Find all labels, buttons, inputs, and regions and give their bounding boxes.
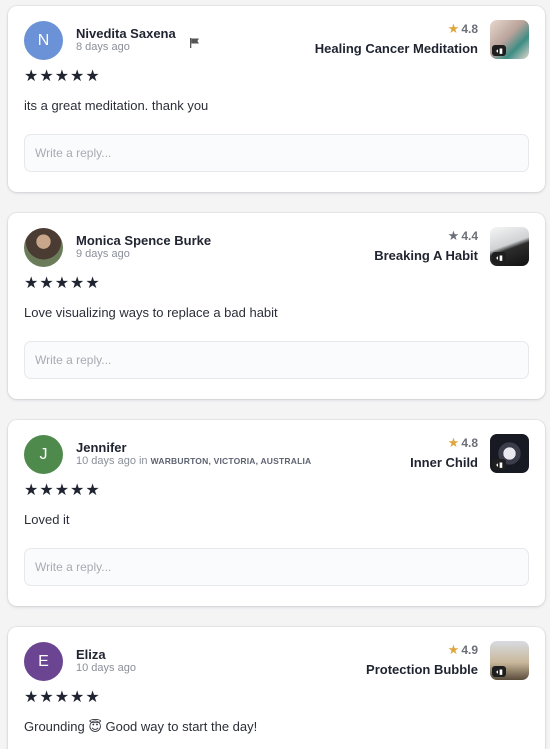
- review-time: 8 days ago: [76, 41, 130, 53]
- course-thumbnail[interactable]: ◖▮: [490, 20, 529, 59]
- review-time: 9 days ago: [76, 248, 130, 260]
- course-rating: ★ 4.8: [447, 435, 478, 450]
- star-icon: ★: [447, 435, 460, 450]
- course-title[interactable]: Protection Bubble: [366, 662, 478, 677]
- course-rating: ★ 4.4: [447, 228, 478, 243]
- audio-badge-icon: ◖▮: [492, 459, 506, 470]
- reviewer-name[interactable]: Monica Spence Burke: [76, 233, 211, 248]
- avatar[interactable]: J: [24, 435, 63, 474]
- course-title[interactable]: Healing Cancer Meditation: [315, 41, 478, 56]
- course-thumbnail[interactable]: ◖▮: [490, 434, 529, 473]
- reply-input[interactable]: [24, 134, 529, 172]
- reply-input[interactable]: [24, 341, 529, 379]
- course-rating: ★ 4.8: [447, 21, 478, 36]
- course-thumbnail[interactable]: ◖▮: [490, 227, 529, 266]
- review-text: Grounding 😇 Good way to start the day!: [24, 719, 258, 734]
- avatar[interactable]: [24, 228, 63, 267]
- review-card: Monica Spence Burke 9 days ago ★ 4.4 Bre…: [8, 213, 545, 399]
- course-rating: ★ 4.9: [447, 642, 478, 657]
- reviewer-name[interactable]: Eliza: [76, 647, 106, 662]
- star-icon: ★: [447, 21, 460, 36]
- review-stars: ★★★★★: [24, 68, 101, 85]
- star-icon: ★: [447, 228, 460, 243]
- review-stars: ★★★★★: [24, 482, 101, 499]
- review-text: Love visualizing ways to replace a bad h…: [24, 305, 278, 320]
- flag-icon[interactable]: [189, 37, 201, 49]
- review-stars: ★★★★★: [24, 689, 101, 706]
- review-stars: ★★★★★: [24, 275, 101, 292]
- audio-badge-icon: ◖▮: [492, 252, 506, 263]
- course-thumbnail[interactable]: ◖▮: [490, 641, 529, 680]
- course-title[interactable]: Inner Child: [410, 455, 478, 470]
- reply-input[interactable]: [24, 548, 529, 586]
- review-card: J Jennifer 10 days ago in WARBURTON, VIC…: [8, 420, 545, 606]
- review-card: N Nivedita Saxena 8 days ago ★ 4.8 Heali…: [8, 6, 545, 192]
- course-title[interactable]: Breaking A Habit: [374, 248, 478, 263]
- review-time: 10 days ago: [76, 662, 136, 674]
- review-text: its a great meditation. thank you: [24, 98, 209, 113]
- reviewer-name[interactable]: Nivedita Saxena: [76, 26, 176, 41]
- review-text: Loved it: [24, 512, 70, 527]
- review-time: 10 days ago in WARBURTON, VICTORIA, AUST…: [76, 455, 312, 467]
- audio-badge-icon: ◖▮: [492, 666, 506, 677]
- star-icon: ★: [447, 642, 460, 657]
- review-location: WARBURTON, VICTORIA, AUSTRALIA: [150, 456, 312, 466]
- reviewer-name[interactable]: Jennifer: [76, 440, 127, 455]
- review-card: E Eliza 10 days ago ★ 4.9 Protection Bub…: [8, 627, 545, 749]
- audio-badge-icon: ◖▮: [492, 45, 506, 56]
- avatar[interactable]: E: [24, 642, 63, 681]
- avatar[interactable]: N: [24, 21, 63, 60]
